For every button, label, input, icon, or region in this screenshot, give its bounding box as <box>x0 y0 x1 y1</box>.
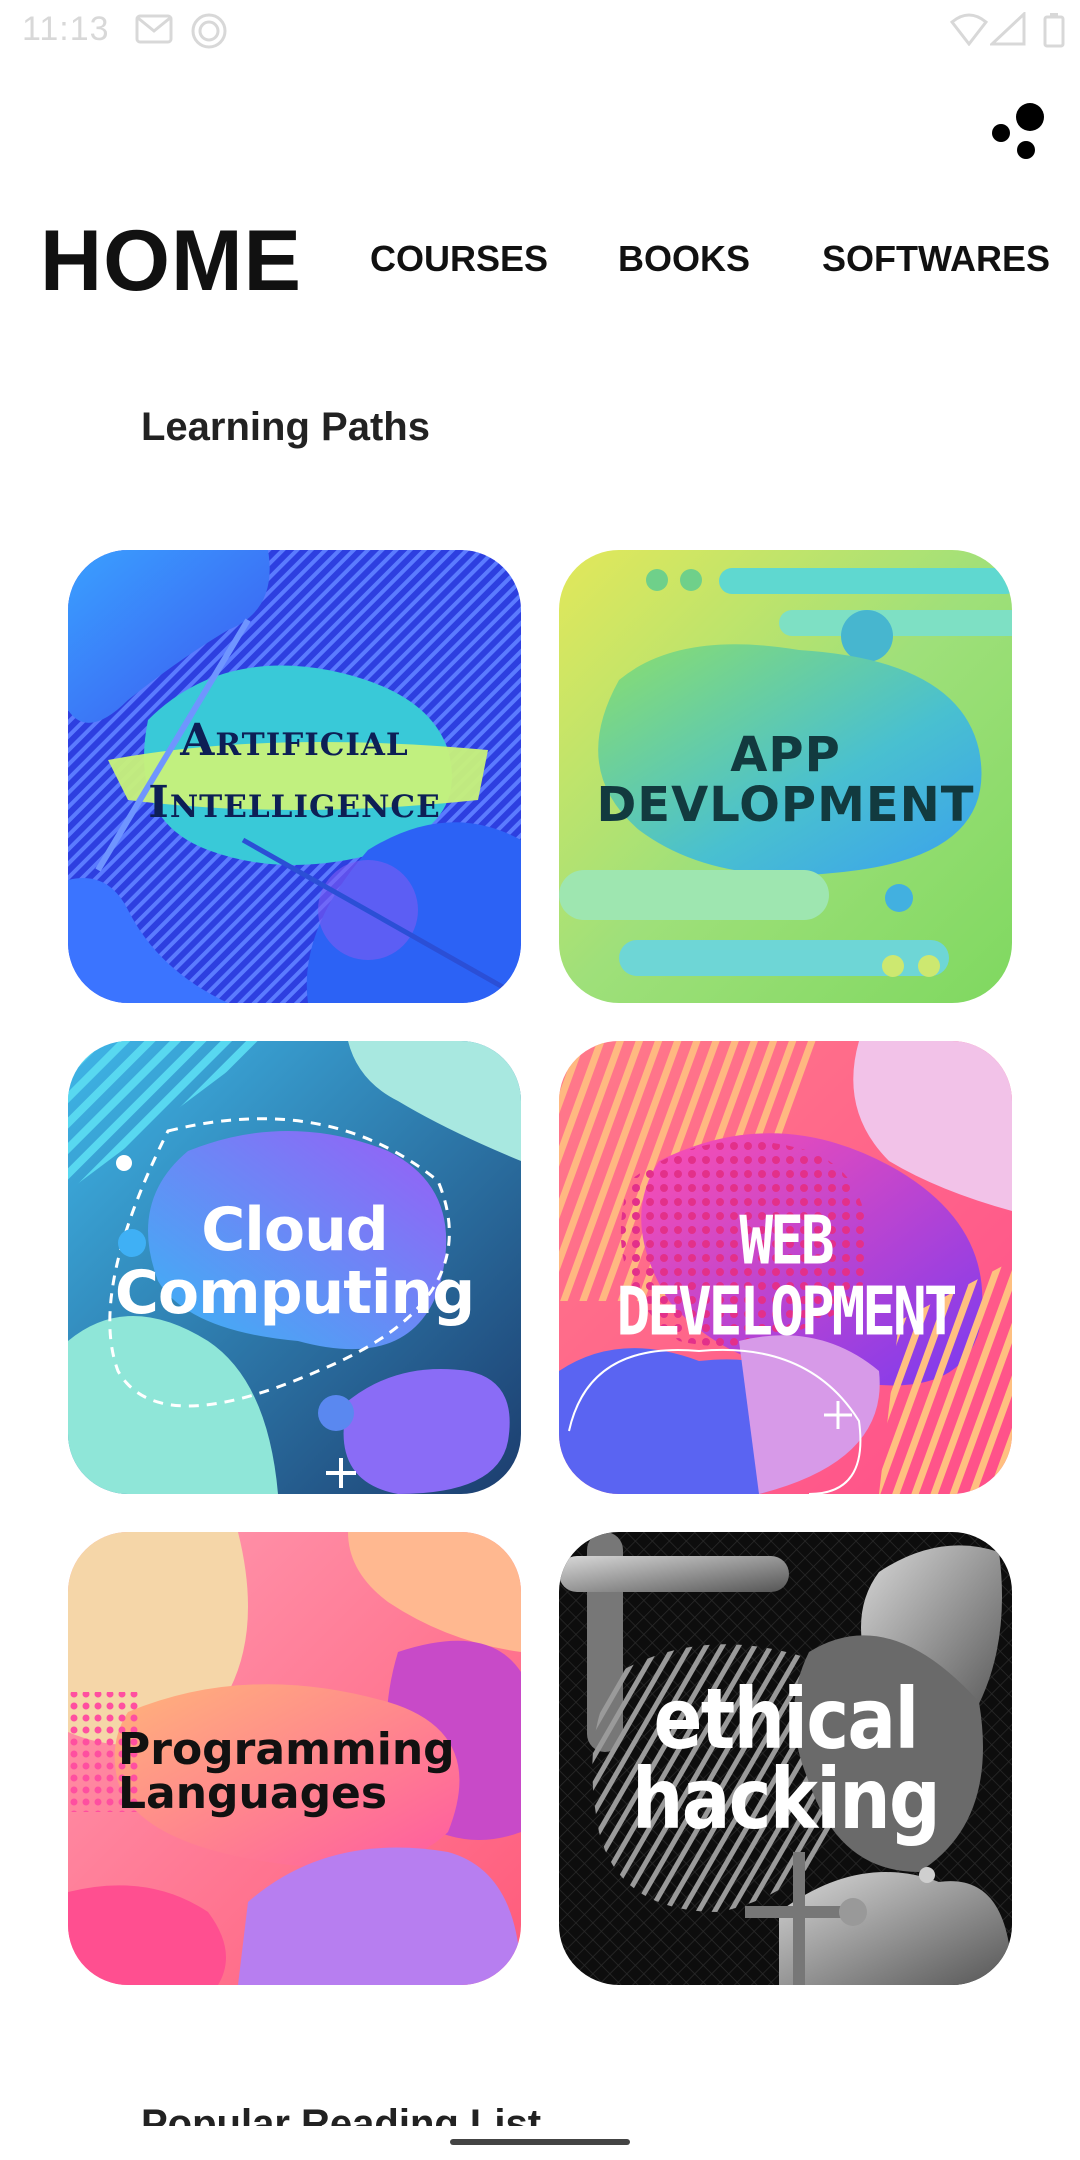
card-title-line2: hacking <box>632 1749 941 1848</box>
card-title-line1: Cloud <box>201 1195 388 1265</box>
section-title-learning-paths: Learning Paths <box>141 405 430 449</box>
section-title-popular-reading: Popular Reading List <box>141 2102 542 2126</box>
card-cloud-computing[interactable]: Cloud Computing <box>68 1041 521 1494</box>
card-ethical-hacking[interactable]: ethical hacking <box>559 1532 1012 1985</box>
card-title-line2: Computing <box>114 1258 475 1328</box>
home-indicator[interactable] <box>450 2139 630 2145</box>
card-title-line2: DEVLOPMENT <box>596 777 975 834</box>
dots-menu-icon[interactable] <box>988 100 1048 160</box>
status-bar: 11:13 <box>0 0 1080 60</box>
card-title-line1: Artificial <box>180 715 409 766</box>
gmail-icon <box>135 14 173 44</box>
card-app-development[interactable]: APP DEVLOPMENT <box>559 550 1012 1003</box>
card-web-development[interactable]: WEB DEVELOPMENT <box>559 1041 1012 1494</box>
card-title-line1: Programming <box>118 1724 455 1775</box>
sync-icon <box>191 13 227 49</box>
tab-bar: HOME COURSES BOOKS SOFTWARES <box>0 200 1080 320</box>
card-title-line2: DEVELOPMENT <box>616 1272 958 1351</box>
card-title-line1: WEB <box>739 1202 834 1281</box>
tab-home[interactable]: HOME <box>40 212 302 311</box>
tab-books[interactable]: BOOKS <box>618 238 750 280</box>
card-artificial-intelligence[interactable]: Artificial Intelligence <box>68 550 521 1003</box>
tab-courses[interactable]: COURSES <box>370 238 548 280</box>
card-title-line2: Languages <box>118 1768 388 1819</box>
card-programming-languages[interactable]: Programming Languages <box>68 1532 521 1985</box>
card-title-line1: APP <box>730 727 841 783</box>
card-title-line1: ethical <box>653 1670 919 1768</box>
status-time: 11:13 <box>22 10 110 48</box>
tab-softwares[interactable]: SOFTWARES <box>822 238 1050 280</box>
card-title-line2: Intelligence <box>148 777 441 829</box>
battery-icon <box>1043 13 1065 48</box>
signal-icon <box>990 12 1026 46</box>
wifi-icon <box>950 13 988 46</box>
